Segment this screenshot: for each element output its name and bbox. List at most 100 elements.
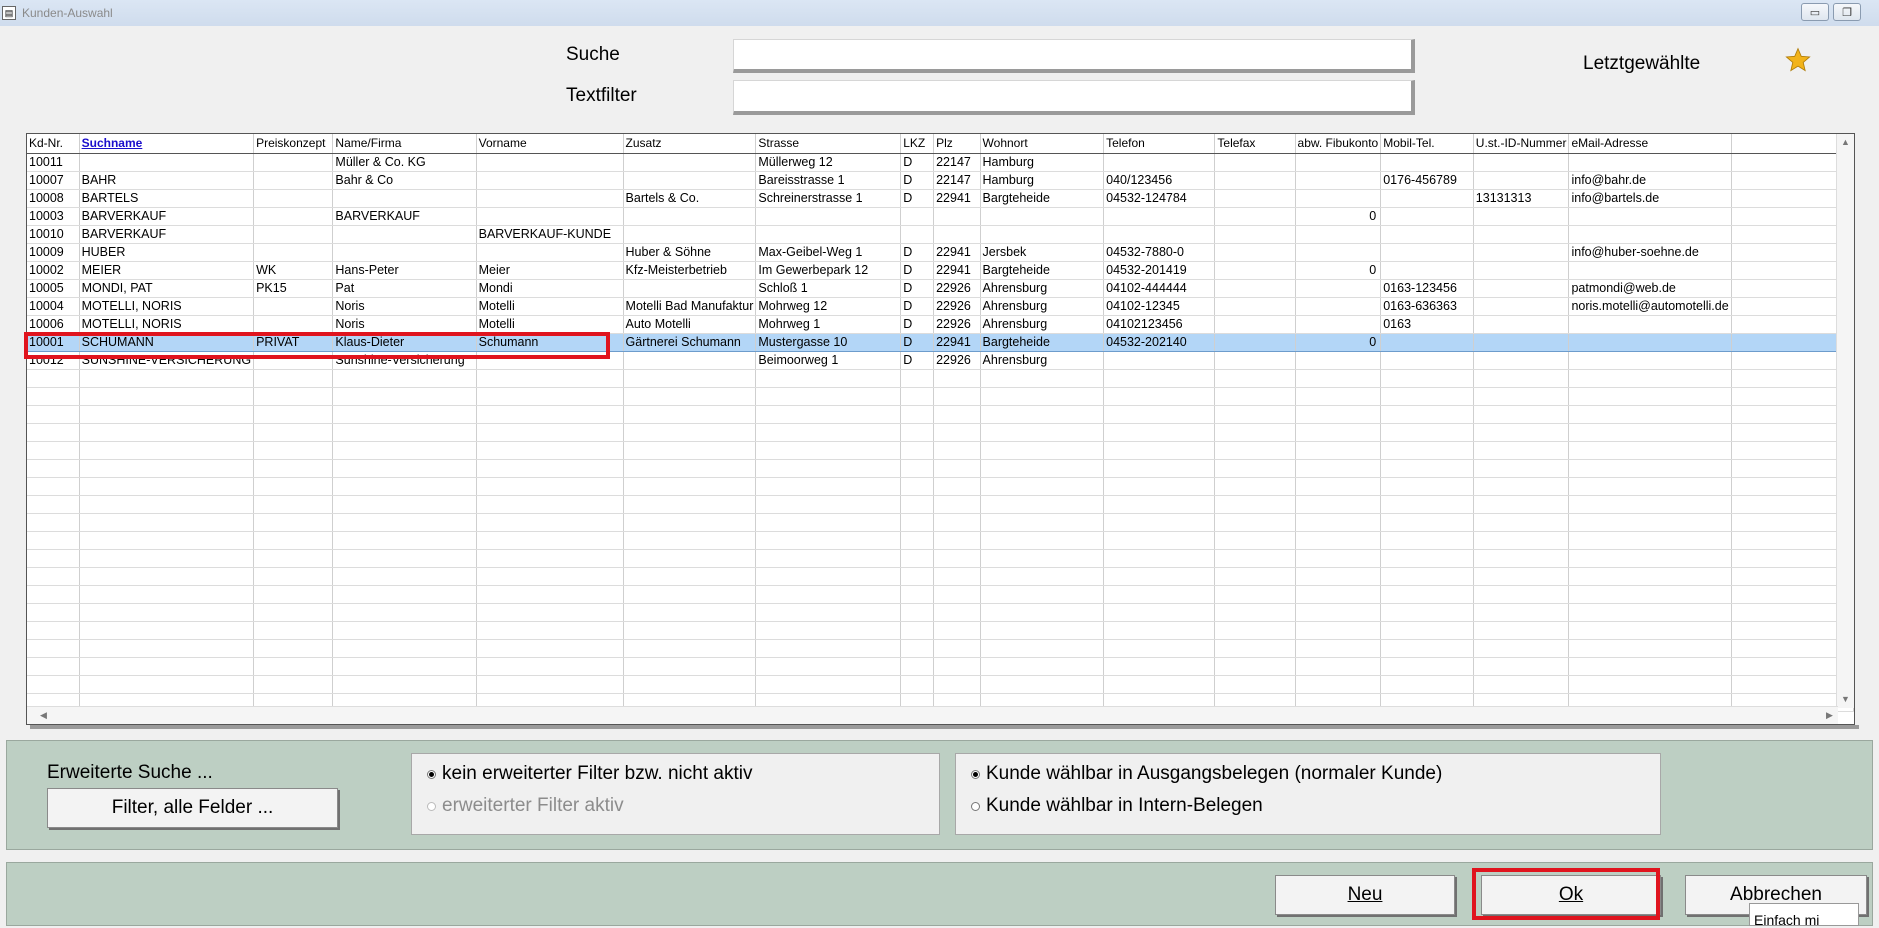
table-cell — [79, 585, 255, 604]
column-header[interactable]: Name/Firma — [332, 134, 477, 154]
scroll-left-icon[interactable]: ◀ — [35, 707, 52, 724]
table-cell — [476, 621, 624, 640]
new-button[interactable]: Neu — [1275, 875, 1455, 915]
table-cell — [1568, 567, 1732, 586]
table-row[interactable]: 10003 BARVERKAUF BARVERKAUF 0 — [27, 207, 1854, 226]
table-cell — [253, 153, 334, 172]
table-cell — [253, 657, 334, 676]
table-cell — [27, 513, 80, 532]
column-header[interactable]: Strasse — [755, 134, 902, 154]
table-cell — [1295, 387, 1382, 406]
star-icon[interactable] — [1785, 47, 1811, 73]
table-cell — [1103, 531, 1216, 550]
table-cell — [1103, 657, 1216, 676]
filter-all-fields-button[interactable]: Filter, alle Felder ... — [47, 788, 338, 828]
column-header[interactable]: eMail-Adresse — [1568, 134, 1732, 154]
table-row[interactable]: 10005 MONDI, PAT PK15 Pat Mondi Schloß 1 D 2292… — [27, 279, 1854, 298]
radio-icon[interactable] — [971, 769, 980, 779]
table-row[interactable]: 10004 MOTELLI, NORIS Noris Motelli Motelli B… — [27, 297, 1854, 316]
table-cell — [1295, 441, 1382, 460]
table-cell: Mohrweg 1 — [755, 315, 902, 334]
table-cell — [1214, 171, 1296, 190]
internal-documents-option[interactable]: Kunde wählbar in Intern-Belegen — [971, 795, 1263, 817]
table-cell: Ahrensburg — [980, 297, 1105, 316]
empty-row — [27, 459, 1854, 478]
table-cell — [1473, 387, 1570, 406]
column-header[interactable]: Telefax — [1214, 134, 1296, 154]
customer-grid[interactable]: Kd-Nr. Suchname Preiskonzept Name/Firma Vorn… — [26, 133, 1855, 725]
table-cell — [1380, 405, 1474, 424]
table-cell: Meier — [476, 261, 624, 280]
table-cell — [332, 225, 477, 244]
column-header[interactable]: abw. Fibukonto — [1295, 134, 1382, 154]
table-cell — [623, 351, 757, 370]
vertical-scrollbar[interactable]: ▲ ▼ — [1836, 134, 1854, 708]
column-header[interactable]: Wohnort — [980, 134, 1105, 154]
radio-icon[interactable] — [427, 769, 436, 779]
table-cell — [755, 369, 902, 388]
column-header[interactable]: LKZ — [900, 134, 935, 154]
table-cell — [79, 477, 255, 496]
table-row[interactable]: 10007 BAHR Bahr & Co Bareisstrasse 1 D 22147 H… — [27, 171, 1854, 190]
table-cell — [332, 495, 477, 514]
column-header[interactable]: Plz — [933, 134, 981, 154]
table-cell — [1295, 189, 1382, 208]
column-header[interactable]: Zusatz — [623, 134, 757, 154]
column-header[interactable]: U.st.-ID-Nummer — [1473, 134, 1570, 154]
table-row[interactable]: 10011 Müller & Co. KG Müllerweg 12 D 22147 Ha… — [27, 153, 1854, 172]
column-header[interactable]: Vorname — [476, 134, 624, 154]
table-cell: Auto Motelli — [623, 315, 757, 334]
table-cell — [332, 531, 477, 550]
table-cell — [253, 189, 334, 208]
table-row[interactable]: 10010 BARVERKAUF BARVERKAUF-KUNDE — [27, 225, 1854, 244]
table-cell — [332, 369, 477, 388]
table-cell: Ahrensburg — [980, 351, 1105, 370]
column-header[interactable]: Preiskonzept — [253, 134, 334, 154]
table-cell — [1473, 171, 1570, 190]
filter-inactive-option[interactable]: kein erweiterter Filter bzw. nicht aktiv — [427, 763, 752, 785]
table-cell — [332, 567, 477, 586]
column-header[interactable]: Mobil-Tel. — [1380, 134, 1474, 154]
table-row[interactable]: 10006 MOTELLI, NORIS Noris Motelli Auto Mote… — [27, 315, 1854, 334]
table-cell — [1214, 639, 1296, 658]
table-cell: Kfz-Meisterbetrieb — [623, 261, 757, 280]
table-cell: 10010 — [27, 225, 80, 244]
scroll-right-icon[interactable]: ▶ — [1821, 707, 1838, 724]
table-cell: Bargteheide — [980, 189, 1105, 208]
table-cell — [980, 225, 1105, 244]
minimize-button[interactable]: ▭ — [1801, 3, 1829, 21]
table-cell: 04102-444444 — [1103, 279, 1216, 298]
table-row[interactable]: 10009 HUBER Huber & Söhne Max-Geibel-Weg 1D… — [27, 243, 1854, 262]
scroll-down-icon[interactable]: ▼ — [1837, 691, 1854, 708]
search-input[interactable] — [733, 39, 1415, 73]
table-cell — [1295, 243, 1382, 262]
table-cell: BAHR — [79, 171, 255, 190]
table-row[interactable]: 10002 MEIER WK Hans-Peter Meier Kfz-Meisterbe… — [27, 261, 1854, 280]
table-cell: Beimoorweg 1 — [755, 351, 902, 370]
column-header[interactable]: Kd-Nr. — [27, 134, 80, 154]
table-cell — [980, 567, 1105, 586]
table-row[interactable]: 10008 BARTELS Bartels & Co. Schreinerstrass… — [27, 189, 1854, 208]
table-cell — [1295, 639, 1382, 658]
customer-scope-group: Kunde wählbar in Ausgangsbelegen (normal… — [955, 753, 1661, 835]
column-header[interactable]: Suchname — [79, 134, 255, 154]
table-cell — [476, 405, 624, 424]
horizontal-scrollbar[interactable]: ◀ ▶ — [27, 706, 1838, 724]
table-cell: WK — [253, 261, 334, 280]
table-cell — [1295, 531, 1382, 550]
window-title: Kunden-Auswahl — [22, 6, 113, 20]
table-cell: Bahr & Co — [332, 171, 477, 190]
table-cell — [755, 459, 902, 478]
table-cell — [623, 621, 757, 640]
column-header[interactable]: Telefon — [1103, 134, 1216, 154]
outgoing-documents-option[interactable]: Kunde wählbar in Ausgangsbelegen (normal… — [971, 763, 1442, 785]
textfilter-input[interactable] — [733, 80, 1415, 115]
title-bar: ▤ Kunden-Auswahl ▭ ❐ — [0, 0, 1879, 26]
table-cell — [253, 549, 334, 568]
table-cell — [755, 621, 902, 640]
radio-icon[interactable] — [971, 801, 980, 811]
table-cell — [1103, 639, 1216, 658]
table-cell — [1103, 621, 1216, 640]
scroll-up-icon[interactable]: ▲ — [1837, 134, 1854, 151]
restore-button[interactable]: ❐ — [1833, 3, 1861, 21]
